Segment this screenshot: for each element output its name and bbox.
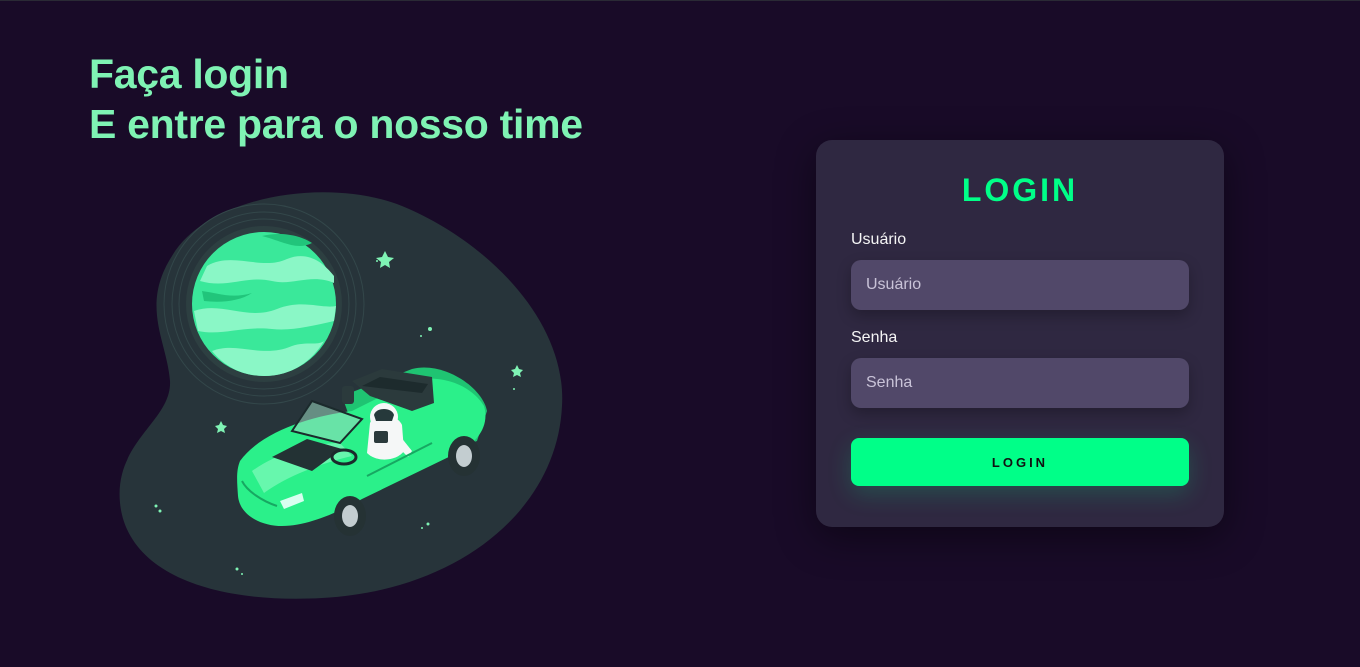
password-input[interactable]	[851, 358, 1189, 408]
username-input[interactable]	[851, 260, 1189, 310]
hero-heading-line-2: E entre para o nosso time	[89, 101, 583, 147]
login-title: LOGIN	[961, 172, 1079, 208]
hero-heading: Faça login E entre para o nosso time	[89, 49, 583, 149]
astronaut-car-illustration	[119, 192, 563, 599]
login-card: LOGIN Usuário Senha LOGIN	[816, 140, 1224, 527]
login-button[interactable]: LOGIN	[851, 438, 1189, 486]
login-page: Faça login E entre para o nosso time LOG…	[0, 0, 1360, 667]
username-label: Usuário	[851, 231, 907, 248]
hero-heading-line-1: Faça login	[89, 51, 289, 97]
password-label: Senha	[851, 329, 898, 346]
